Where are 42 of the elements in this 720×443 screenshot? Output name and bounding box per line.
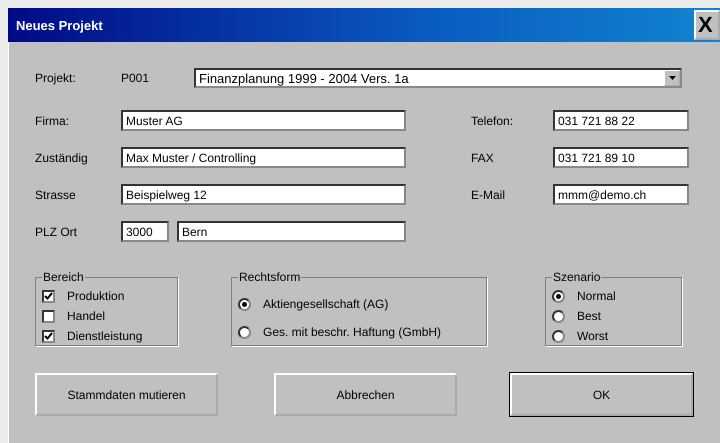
project-dropdown[interactable]: Finanzplanung 1999 - 2004 Vers. 1a — [194, 68, 682, 88]
postcode-field[interactable]: 3000 — [121, 221, 169, 242]
text-field[interactable]: 031 721 89 10 — [553, 147, 689, 168]
field-label: E-Mail — [471, 188, 506, 202]
checkbox[interactable] — [42, 330, 55, 342]
window-title: Neues Projekt — [15, 18, 103, 32]
close-button[interactable]: X — [694, 10, 720, 40]
field-label: FAX — [471, 150, 495, 164]
text-field[interactable]: Beispielweg 12 — [121, 184, 406, 205]
option-label: Best — [577, 309, 602, 323]
dialog-button[interactable]: OK — [510, 373, 693, 416]
option-label: Normal — [577, 289, 616, 303]
radio-button[interactable] — [238, 326, 251, 338]
city-field[interactable]: Bern — [177, 221, 406, 242]
group-title: Szenario — [552, 270, 602, 284]
dialog-button[interactable]: Abbrechen — [274, 373, 457, 416]
option-label: Handel — [67, 309, 106, 323]
checkbox[interactable] — [42, 310, 55, 322]
option-label: Worst — [577, 329, 608, 343]
checkbox[interactable] — [42, 290, 55, 302]
field-label: Strasse — [35, 188, 77, 202]
project-code: P001 — [121, 71, 150, 85]
dialog-button[interactable]: Stammdaten mutieren — [35, 373, 218, 416]
option-label: Aktiengesellschaft (AG) — [263, 297, 388, 311]
group-title: Bereich — [42, 270, 85, 284]
field-label: Firma: — [35, 114, 70, 128]
text-field[interactable]: Muster AG — [121, 110, 406, 131]
option-label: Produktion — [67, 289, 124, 303]
field-label: Zuständig — [35, 150, 89, 164]
field-label: Projekt: — [35, 71, 77, 85]
field-label: PLZ Ort — [35, 224, 78, 238]
radio-button[interactable] — [238, 298, 251, 310]
text-field[interactable]: Max Muster / Controlling — [121, 147, 406, 168]
radio-button[interactable] — [552, 330, 565, 342]
text-field[interactable]: mmm@demo.ch — [553, 184, 689, 205]
text-field[interactable]: 031 721 88 22 — [553, 110, 689, 131]
option-label: Dienstleistung — [67, 329, 142, 343]
radio-button[interactable] — [552, 290, 565, 302]
field-label: Telefon: — [471, 114, 514, 128]
group-title: Rechtsform — [238, 270, 302, 284]
radio-button[interactable] — [552, 310, 565, 322]
option-label: Ges. mit beschr. Haftung (GmbH) — [263, 325, 442, 339]
